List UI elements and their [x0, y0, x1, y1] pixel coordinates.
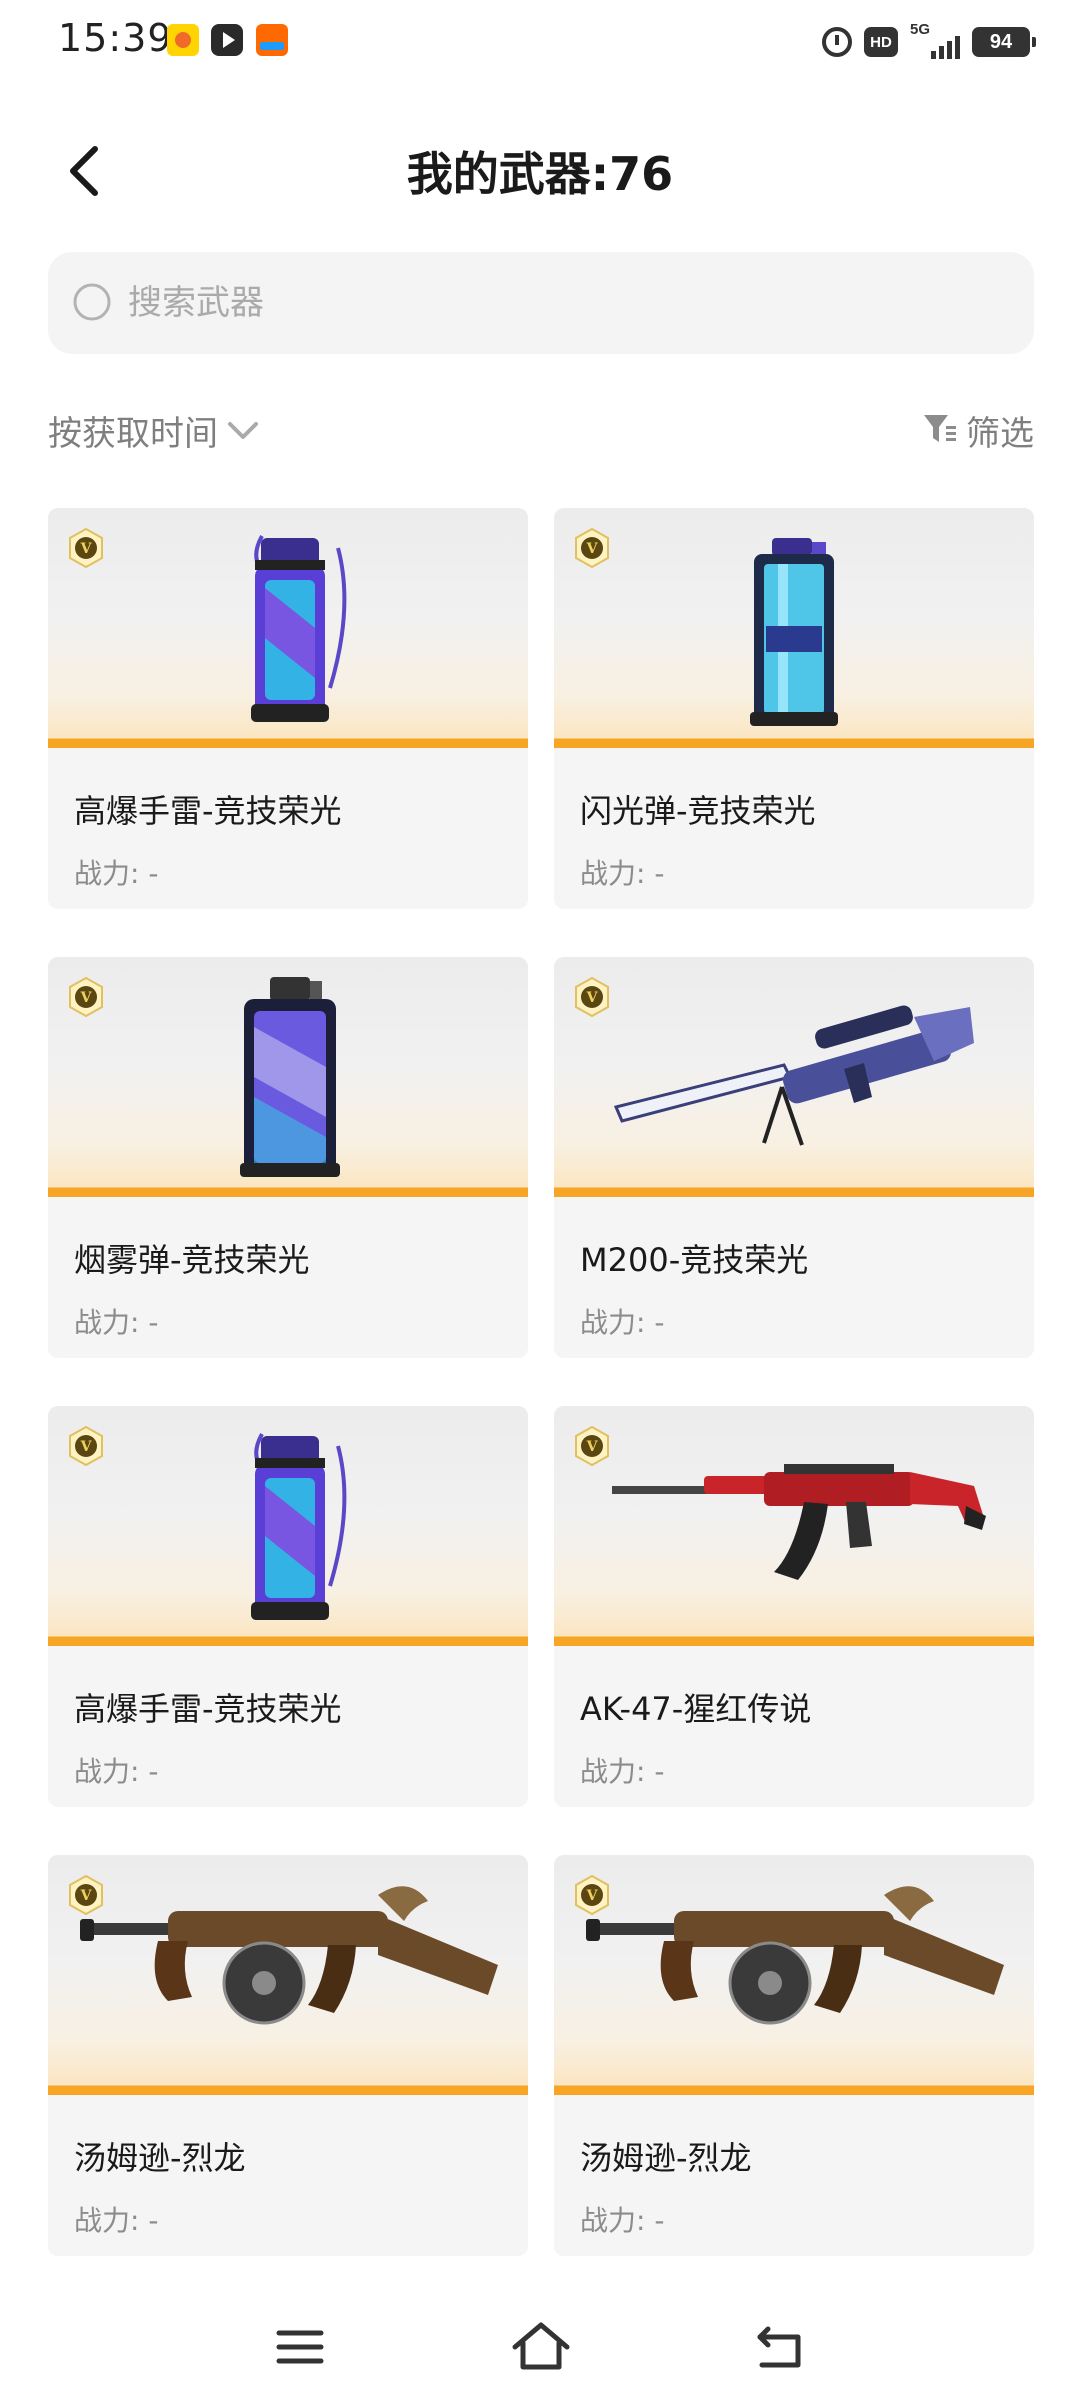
weapon-card[interactable]: V M200-竞技荣光 战力: - [554, 957, 1034, 1358]
weapon-image: V [554, 957, 1034, 1197]
he-grenade-icon [251, 1433, 347, 1620]
filter-label: 筛选 [966, 413, 1034, 454]
weapon-image: V [48, 508, 528, 748]
weapon-image: V [48, 957, 528, 1197]
weapon-image: V [554, 1855, 1034, 2095]
filter-button[interactable]: 筛选 [922, 400, 1034, 460]
he-grenade-icon [251, 535, 347, 722]
search-bar[interactable] [48, 252, 1034, 354]
weapon-name: 烟雾弹-竞技荣光 [74, 1241, 310, 1279]
filter-icon [924, 415, 956, 442]
page-title: 我的武器:76 [406, 147, 674, 201]
weapon-power: 战力: - [74, 857, 159, 890]
weapon-card[interactable]: V 汤姆逊-烈龙 战力: - [554, 1855, 1034, 2256]
weapon-name: 汤姆逊-烈龙 [74, 2139, 246, 2177]
weapon-power: 战力: - [580, 1755, 665, 1788]
alarm-icon [822, 27, 852, 57]
sort-label: 按获取时间 [48, 413, 218, 454]
status-time: 15:39 [58, 16, 173, 60]
header: 我的武器:76 [0, 120, 1080, 220]
weapon-card[interactable]: V AK-47-猩红传说 战力: - [554, 1406, 1034, 1807]
home-icon [512, 2322, 570, 2370]
sniper-rifle-icon [613, 1005, 974, 1146]
weapon-name: 高爆手雷-竞技荣光 [74, 792, 342, 830]
weapon-power: 战力: - [580, 2204, 665, 2237]
weapon-card[interactable]: V 高爆手雷-竞技荣光 战力: - [48, 508, 528, 909]
system-nav-bar [0, 2290, 1080, 2400]
back-icon [757, 2326, 801, 2368]
weapon-image: V [554, 508, 1034, 748]
weapon-image: V [48, 1855, 528, 2095]
home-button[interactable] [506, 2312, 576, 2382]
tommy-gun-icon [586, 1886, 1004, 2025]
status-bar: 15:39 HD 5G 94 [0, 0, 1080, 84]
assault-rifle-icon [612, 1464, 986, 1580]
notification-app-icon [167, 24, 199, 56]
battery-icon: 94 [972, 27, 1036, 57]
smoke-grenade-icon [240, 977, 340, 1177]
weapon-name: 汤姆逊-烈龙 [580, 2139, 752, 2177]
weapon-power: 战力: - [74, 1755, 159, 1788]
weapon-name: M200-竞技荣光 [580, 1241, 809, 1279]
weapon-name: 闪光弹-竞技荣光 [580, 792, 816, 830]
flashbang-icon [750, 538, 838, 726]
status-indicators: HD 5G 94 [822, 21, 1036, 62]
weapon-card[interactable]: V 闪光弹-竞技荣光 战力: - [554, 508, 1034, 909]
notification-video-icon [211, 24, 243, 56]
weapon-card[interactable]: V 烟雾弹-竞技荣光 战力: - [48, 957, 528, 1358]
weapon-name: AK-47-猩红传说 [580, 1690, 812, 1728]
hd-icon: HD [864, 27, 898, 57]
weapon-image: V [554, 1406, 1034, 1646]
menu-icon [276, 2330, 324, 2364]
weapon-power: 战力: - [580, 1306, 665, 1339]
tommy-gun-icon [80, 1886, 498, 2025]
weapon-power: 战力: - [74, 1306, 159, 1339]
notification-shop-icon [256, 24, 288, 56]
signal-icon: 5G [910, 21, 960, 59]
search-input[interactable] [128, 283, 988, 323]
recent-apps-button[interactable] [265, 2312, 335, 2382]
sort-dropdown[interactable]: 按获取时间 [48, 400, 260, 460]
weapon-grid: V 高爆手雷-竞技荣光 战力: - V 闪光弹-竞技荣光 战力: - V 烟雾弹… [48, 508, 1034, 2256]
search-icon [73, 283, 111, 321]
weapon-card[interactable]: V 汤姆逊-烈龙 战力: - [48, 1855, 528, 2256]
weapon-power: 战力: - [74, 2204, 159, 2237]
weapon-image: V [48, 1406, 528, 1646]
weapon-card[interactable]: V 高爆手雷-竞技荣光 战力: - [48, 1406, 528, 1807]
weapon-name: 高爆手雷-竞技荣光 [74, 1690, 342, 1728]
system-back-button[interactable] [747, 2312, 817, 2382]
weapon-power: 战力: - [580, 857, 665, 890]
chevron-down-icon [228, 422, 258, 439]
